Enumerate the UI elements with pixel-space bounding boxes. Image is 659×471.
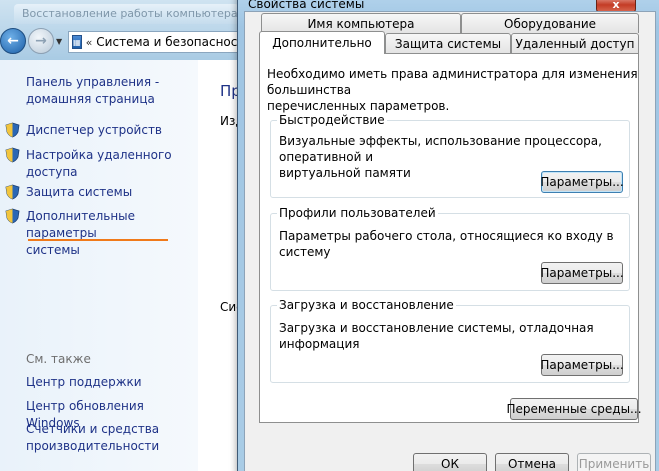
tab-computer-name[interactable]: Имя компьютера xyxy=(261,13,461,33)
dialog-body: Имя компьютера Оборудование Дополнительн… xyxy=(244,11,656,471)
performance-settings-button[interactable]: Параметры... xyxy=(540,171,624,193)
close-icon: x xyxy=(612,0,620,11)
link-line: Настройка удаленного xyxy=(26,148,172,162)
shield-icon xyxy=(5,122,20,138)
performance-group: Быстродействие Визуальные эффекты, испол… xyxy=(270,113,630,198)
highlight-underline xyxy=(28,239,168,241)
left-task-pane: Панель управления - домашняя страница Ди… xyxy=(0,60,198,471)
environment-variables-button[interactable]: Переменные среды... xyxy=(506,398,642,420)
remote-settings-link[interactable]: Настройка удаленного доступа xyxy=(26,147,172,181)
note-line: перечисленных параметров. xyxy=(267,99,450,113)
advanced-tab-panel: Необходимо иметь права администратора дл… xyxy=(259,53,642,423)
desc-line: Загрузка и восстановление системы, отлад… xyxy=(279,321,594,351)
group-label: Быстродействие xyxy=(277,113,387,127)
link-line: Центр поддержки xyxy=(26,375,142,389)
system-protection-link[interactable]: Защита системы xyxy=(26,184,132,201)
dialog-title: Свойства системы xyxy=(248,0,365,11)
group-description: Загрузка и восстановление системы, отлад… xyxy=(279,320,629,352)
address-bar[interactable]: ▦ « Система и безопасност xyxy=(68,31,243,53)
link-line: Защита системы xyxy=(26,185,133,199)
link-line: Счетчики и средства xyxy=(26,422,160,436)
user-profiles-group: Профили пользователей Параметры рабочего… xyxy=(270,206,630,291)
forward-button[interactable]: → xyxy=(28,28,54,54)
advanced-system-settings-link[interactable]: Дополнительные параметры системы xyxy=(26,208,198,259)
apply-button[interactable]: Применить xyxy=(577,453,651,471)
shield-icon xyxy=(5,147,20,163)
tab-remote-access[interactable]: Удаленный доступ xyxy=(511,33,639,53)
group-label: Загрузка и восстановление xyxy=(277,298,456,312)
startup-recovery-group: Загрузка и восстановление Загрузка и вос… xyxy=(270,298,630,383)
group-description: Параметры рабочего стола, относящиеся ко… xyxy=(279,228,629,260)
link-line: Панель управления - xyxy=(26,75,160,89)
control-panel-icon: ▦ xyxy=(72,35,82,49)
link-line: доступа xyxy=(26,165,78,179)
tab-hardware[interactable]: Оборудование xyxy=(461,13,639,33)
link-line: производительности xyxy=(26,439,160,453)
startup-recovery-settings-button[interactable]: Параметры... xyxy=(540,354,624,376)
admin-note: Необходимо иметь права администратора дл… xyxy=(267,66,638,114)
note-line: Необходимо иметь права администратора дл… xyxy=(267,67,638,97)
history-dropdown-icon[interactable]: ▼ xyxy=(56,37,62,46)
see-also-heading: См. также xyxy=(26,352,91,366)
action-center-link[interactable]: Центр поддержки xyxy=(26,374,142,391)
shield-icon xyxy=(5,184,20,200)
desc-line: Визуальные эффекты, использование процес… xyxy=(279,134,602,164)
arrow-left-icon: ← xyxy=(7,33,19,49)
breadcrumb-overflow-icon[interactable]: « xyxy=(86,36,93,49)
performance-tools-link[interactable]: Счетчики и средства производительности xyxy=(26,421,159,455)
device-manager-link[interactable]: Диспетчер устройств xyxy=(26,122,162,139)
back-button[interactable]: ← xyxy=(0,28,26,54)
user-profiles-settings-button[interactable]: Параметры... xyxy=(540,262,624,284)
link-line: домашняя страница xyxy=(26,92,155,106)
shield-icon xyxy=(5,208,20,224)
link-line: Диспетчер устройств xyxy=(26,123,163,137)
system-properties-dialog: Свойства системы x Имя компьютера Оборуд… xyxy=(237,0,659,471)
desc-line: Параметры рабочего стола, относящиеся ко… xyxy=(279,229,614,259)
arrow-right-icon: → xyxy=(35,33,47,49)
cancel-button[interactable]: Отмена xyxy=(495,453,569,471)
link-line: Дополнительные параметры xyxy=(26,209,136,240)
ok-button[interactable]: ОК xyxy=(413,453,487,471)
tab-system-protection[interactable]: Защита системы xyxy=(385,33,511,53)
group-label: Профили пользователей xyxy=(277,206,438,220)
link-line: системы xyxy=(26,243,80,257)
breadcrumb-path[interactable]: Система и безопасност xyxy=(96,35,242,49)
control-panel-home-link[interactable]: Панель управления - домашняя страница xyxy=(26,74,159,108)
background-window-title: Восстановление работы компьютера xyxy=(14,4,239,24)
tab-advanced[interactable]: Дополнительно xyxy=(259,31,385,54)
